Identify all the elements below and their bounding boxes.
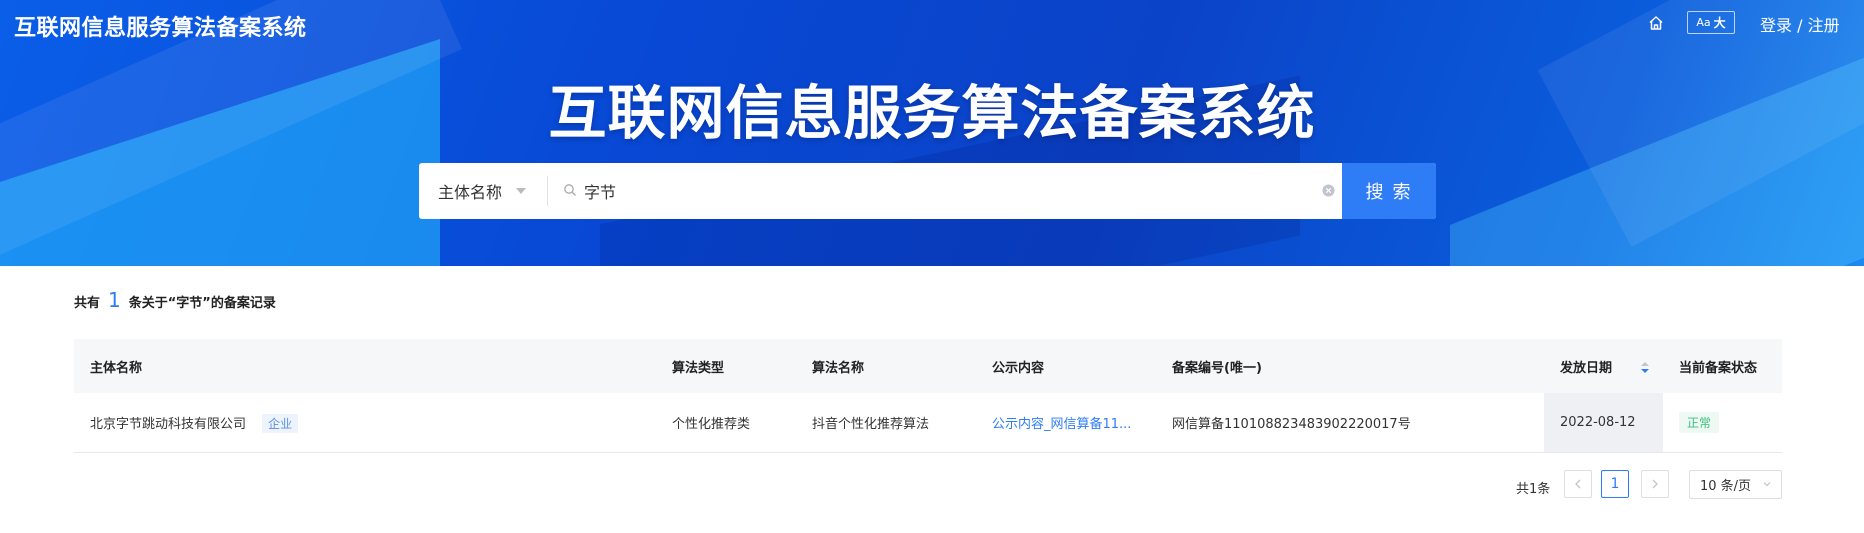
search-type-select[interactable]: 主体名称	[419, 163, 547, 219]
entity-type-tag: 企业	[262, 413, 299, 433]
font-toggle-small-label: Aa	[1696, 16, 1711, 29]
result-summary: 共有 1 条关于“字节”的备案记录	[74, 288, 276, 312]
search-icon	[564, 184, 576, 196]
clear-icon[interactable]	[1322, 184, 1335, 197]
pagination-total: 共1条	[1516, 482, 1551, 497]
search-input[interactable]	[548, 163, 1342, 219]
summary-prefix: 共有	[74, 296, 101, 311]
column-header-algo-type: 算法类型	[656, 339, 796, 393]
font-toggle-large-label: 大	[1713, 16, 1726, 30]
column-header-disclosure: 公示内容	[976, 339, 1156, 393]
prev-page-button[interactable]	[1564, 470, 1592, 498]
chevron-right-icon	[1652, 479, 1658, 489]
page-size-select[interactable]: 10 条/页	[1689, 470, 1782, 499]
column-header-algo-name: 算法名称	[796, 339, 976, 393]
entity-name: 北京字节跳动科技有限公司	[90, 416, 247, 432]
results-table: 主体名称 算法类型 算法名称 公示内容 备案编号(唯一) 发放日期 当前备案状态…	[74, 339, 1782, 453]
chevron-down-icon	[1763, 482, 1771, 487]
column-header-issue-date[interactable]: 发放日期	[1544, 339, 1663, 393]
cell-issue-date: 2022-08-12	[1544, 393, 1663, 453]
login-register-link[interactable]: 登录 / 注册	[1760, 12, 1840, 36]
caret-down-icon	[516, 188, 526, 194]
result-count: 1	[108, 288, 121, 312]
cell-status: 正常	[1663, 393, 1782, 453]
column-header-record-no: 备案编号(唯一)	[1156, 339, 1544, 393]
page-button-current[interactable]: 1	[1601, 470, 1629, 498]
chevron-left-icon	[1575, 479, 1581, 489]
home-icon[interactable]	[1647, 14, 1665, 32]
cell-algo-type: 个性化推荐类	[656, 393, 796, 453]
column-header-entity: 主体名称	[74, 339, 656, 393]
table-row: 北京字节跳动科技有限公司 企业 个性化推荐类 抖音个性化推荐算法 公示内容_网信…	[74, 393, 1782, 453]
app-title[interactable]: 互联网信息服务算法备案系统	[14, 10, 307, 42]
column-header-status: 当前备案状态	[1663, 339, 1782, 393]
page-size-label: 10 条/页	[1700, 479, 1752, 494]
search-input-wrap	[548, 163, 1342, 219]
cell-disclosure: 公示内容_网信算备11...	[976, 393, 1156, 453]
next-page-button[interactable]	[1641, 470, 1669, 498]
search-bar: 主体名称 搜 索	[419, 163, 1436, 219]
table-header-row: 主体名称 算法类型 算法名称 公示内容 备案编号(唯一) 发放日期 当前备案状态	[74, 339, 1782, 393]
page-title: 互联网信息服务算法备案系统	[548, 79, 1316, 147]
disclosure-link[interactable]: 公示内容_网信算备11...	[992, 417, 1131, 432]
issue-date-header-label: 发放日期	[1560, 360, 1613, 376]
status-badge: 正常	[1679, 412, 1720, 433]
search-type-label: 主体名称	[438, 183, 503, 202]
cell-entity: 北京字节跳动科技有限公司 企业	[74, 393, 656, 453]
cell-algo-name: 抖音个性化推荐算法	[796, 393, 976, 453]
search-button[interactable]: 搜 索	[1342, 163, 1436, 219]
hero-banner: 互联网信息服务算法备案系统 Aa 大 登录 / 注册 互联网信息服务算法备案系统…	[0, 0, 1864, 266]
cell-record-no: 网信算备110108823483902220017号	[1156, 393, 1544, 453]
sort-icon[interactable]	[1640, 362, 1649, 374]
font-size-toggle[interactable]: Aa 大	[1687, 11, 1735, 34]
summary-suffix: 条关于“字节”的备案记录	[128, 296, 276, 311]
